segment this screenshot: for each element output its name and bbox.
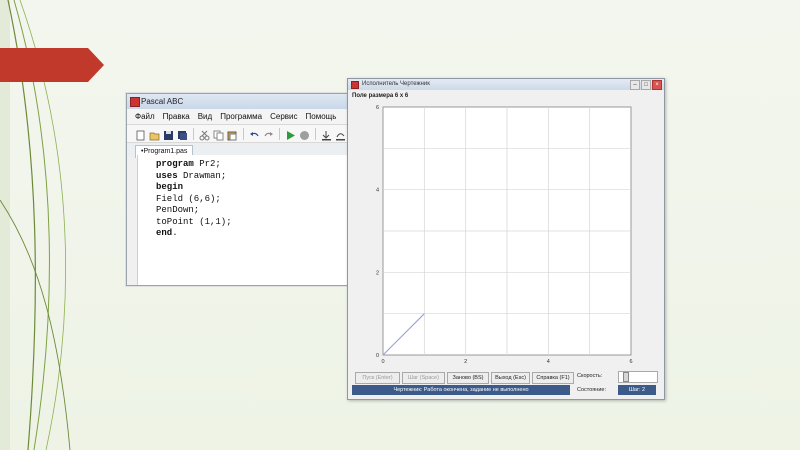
- state-label: Состояние:: [577, 387, 606, 393]
- code-line: end.: [156, 228, 232, 240]
- drawman-title-bar: Исполнитель Чертежник – □ ×: [348, 79, 664, 90]
- code-line: PenDown;: [156, 205, 232, 217]
- code-text-fragment: Pr2;: [193, 159, 221, 169]
- code-keyword: program: [156, 159, 194, 169]
- speed-label: Скорость:: [577, 373, 603, 379]
- code-keyword: begin: [156, 182, 184, 192]
- ide-title-bar: Pascal ABC: [127, 94, 353, 109]
- maximize-icon[interactable]: □: [641, 80, 651, 90]
- code-keyword: uses: [156, 170, 178, 181]
- code-editor[interactable]: program Pr2; uses Drawman; begin Field (6,6…: [137, 155, 353, 285]
- code-line: toPoint (1,1);: [156, 217, 232, 229]
- window-controls: – □ ×: [630, 80, 662, 90]
- y-tick-label: 4: [376, 188, 379, 194]
- code-text-fragment: toPoint (1,1);: [156, 216, 232, 227]
- code-line: program Pr2;: [156, 159, 232, 171]
- code-text-fragment: Drawman;: [177, 170, 227, 181]
- code-keyword: end: [156, 228, 173, 238]
- new-file-icon[interactable]: [135, 128, 146, 141]
- step-button[interactable]: Шаг (Space): [402, 372, 445, 384]
- drawman-app-icon: [351, 81, 359, 89]
- restart-button[interactable]: Заново (BS): [447, 372, 489, 384]
- step-counter: Шаг: 2: [618, 385, 656, 395]
- x-tick-label: 2: [464, 359, 467, 365]
- x-tick-label: 6: [629, 359, 632, 365]
- drawman-window: Исполнитель Чертежник – □ × Поле размера…: [347, 78, 665, 400]
- menu-file[interactable]: Файл: [135, 109, 155, 124]
- help-button[interactable]: Справка (F1): [532, 372, 574, 384]
- x-tick-label: 4: [547, 359, 550, 365]
- toolbar-separator: [193, 127, 194, 140]
- step-into-icon[interactable]: [321, 128, 332, 141]
- run-icon[interactable]: [285, 128, 296, 140]
- status-message: Чертежник: Работа окончена, задание не в…: [352, 385, 570, 395]
- paste-icon[interactable]: [227, 128, 238, 141]
- menu-program[interactable]: Программа: [220, 109, 262, 124]
- drawman-control-panel: Пуск (Enter) Шаг (Space) Заново (BS) Вых…: [348, 370, 664, 397]
- stop-icon[interactable]: [299, 128, 310, 140]
- minimize-icon[interactable]: –: [630, 80, 640, 90]
- step-over-icon[interactable]: [335, 128, 346, 141]
- toolbar-separator: [315, 127, 316, 140]
- code-text-fragment: PenDown;: [156, 205, 200, 215]
- speed-slider-thumb[interactable]: [623, 372, 629, 382]
- code-text: program Pr2; uses Drawman; begin Field (6,6…: [156, 159, 232, 240]
- redo-icon[interactable]: [263, 128, 274, 139]
- ide-title: Pascal ABC: [141, 97, 184, 106]
- save-icon[interactable]: [163, 128, 174, 140]
- menu-edit[interactable]: Правка: [163, 109, 190, 124]
- code-text-fragment: Field (6,6);: [156, 193, 221, 204]
- toolbar-separator: [279, 127, 280, 140]
- code-line: uses Drawman;: [156, 171, 232, 183]
- title-banner-arrow: [0, 48, 104, 82]
- menu-help[interactable]: Помощь: [306, 109, 337, 124]
- exit-button[interactable]: Выход (Esc): [491, 372, 530, 384]
- copy-icon[interactable]: [213, 128, 224, 141]
- pascal-app-icon: [130, 97, 140, 107]
- y-tick-label: 0: [376, 353, 379, 359]
- y-tick-label: 2: [376, 270, 379, 276]
- y-tick-label: 6: [376, 105, 379, 111]
- menu-view[interactable]: Вид: [198, 109, 212, 124]
- cut-icon[interactable]: [199, 128, 210, 141]
- menu-service[interactable]: Сервис: [270, 109, 297, 124]
- drawman-title: Исполнитель Чертежник: [362, 81, 430, 87]
- ide-menu-bar: Файл Правка Вид Программа Сервис Помощь: [127, 109, 353, 124]
- undo-icon[interactable]: [249, 128, 260, 139]
- speed-slider[interactable]: [618, 371, 658, 383]
- save-all-icon[interactable]: [177, 128, 188, 140]
- code-text-fragment: .: [172, 228, 178, 238]
- close-icon[interactable]: ×: [652, 80, 662, 90]
- start-button[interactable]: Пуск (Enter): [355, 372, 400, 384]
- pascal-ide-window: Pascal ABC Файл Правка Вид Программа Сер…: [126, 93, 354, 286]
- open-folder-icon[interactable]: [149, 128, 160, 141]
- toolbar-separator: [243, 127, 244, 140]
- code-line: Field (6,6);: [156, 194, 232, 206]
- ide-toolbar: [127, 124, 353, 143]
- drawman-plot: 0 2 4 6 0 2 4 6: [376, 105, 633, 365]
- x-tick-label: 0: [381, 359, 384, 365]
- code-line: begin: [156, 182, 232, 194]
